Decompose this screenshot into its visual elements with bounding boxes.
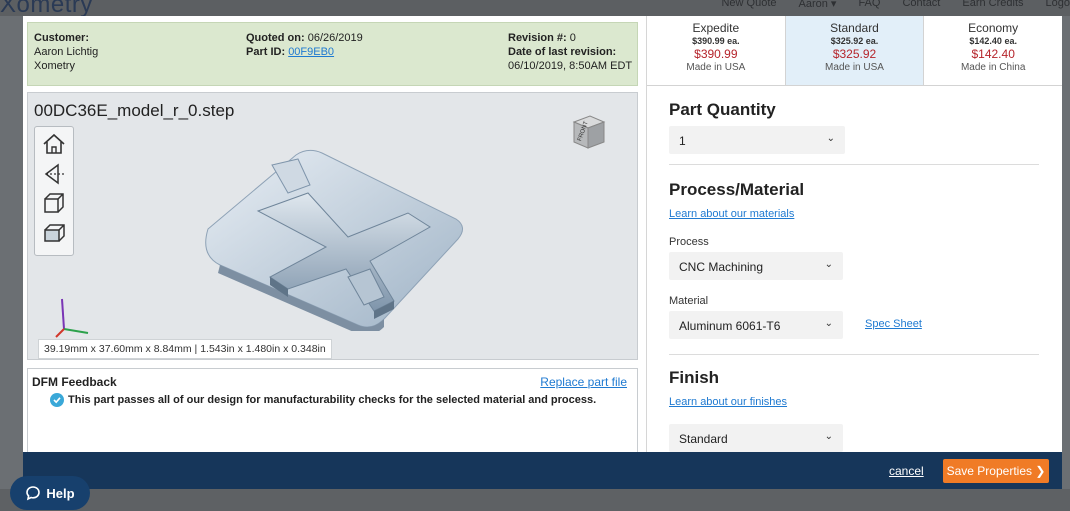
chevron-down-icon: ⌄	[824, 431, 833, 442]
tier-total-price: $142.40	[971, 47, 1015, 61]
nav-contact[interactable]: Contact	[902, 0, 940, 10]
spec-sheet-link[interactable]: Spec Sheet	[865, 318, 922, 330]
dfm-pass-message: This part passes all of our design for m…	[50, 393, 596, 407]
perspective-icon[interactable]	[41, 161, 67, 187]
quantity-value: 1	[679, 134, 686, 148]
lead-time-pricing: Expedite $390.99 ea. $390.99 Made in USA…	[647, 16, 1062, 86]
part-quantity-title: Part Quantity	[669, 100, 776, 119]
dfm-feedback-panel: DFM Feedback Replace part file This part…	[27, 368, 638, 460]
part-properties-modal: Customer: Aaron Lichtig Xometry Quoted o…	[23, 16, 1062, 460]
quantity-select[interactable]: 1 ⌄	[669, 126, 845, 154]
nav-new-quote[interactable]: New Quote	[721, 0, 776, 10]
process-label: Process	[669, 236, 709, 248]
last-revision-label: Date of last revision:	[508, 46, 617, 58]
material-value: Aluminum 6061-T6	[679, 319, 781, 333]
cancel-link[interactable]: cancel	[889, 464, 924, 478]
xometry-logo[interactable]: Xometry	[0, 0, 93, 16]
material-label: Material	[669, 295, 709, 307]
tier-name: Economy	[968, 21, 1019, 35]
customer-label: Customer:	[34, 32, 90, 44]
divider	[669, 164, 1039, 165]
process-material-title: Process/Material	[669, 180, 805, 199]
modal-footer: cancel Save Properties ❯	[23, 452, 1062, 489]
chevron-down-icon: ⌄	[826, 133, 835, 144]
quote-meta: Quoted on: 06/26/2019 Part ID: 00F9EB0	[246, 31, 363, 59]
quoted-label: Quoted on:	[246, 32, 305, 44]
help-label: Help	[46, 485, 75, 501]
shaded-cube-icon[interactable]	[41, 221, 67, 247]
view-cube-icon[interactable]: FRONT	[568, 110, 608, 152]
finish-select[interactable]: Standard ⌄	[669, 424, 843, 452]
last-revision-date: 06/10/2019, 8:50AM EDT	[508, 60, 633, 72]
finish-value: Standard	[679, 432, 728, 446]
tier-name: Expedite	[692, 21, 740, 35]
home-icon[interactable]	[41, 131, 67, 157]
background-header: Xometry New Quote Aaron ▾ FAQ Contact Ea…	[0, 0, 1070, 16]
tier-origin: Made in USA	[825, 62, 884, 73]
nav-logout[interactable]: Logo	[1046, 0, 1070, 10]
material-select[interactable]: Aluminum 6061-T6 ⌄	[669, 311, 843, 339]
dfm-title: DFM Feedback	[32, 375, 117, 389]
viewer-toolbar	[34, 126, 74, 256]
process-select[interactable]: CNC Machining ⌄	[669, 252, 843, 280]
properties-pane: Expedite $390.99 ea. $390.99 Made in USA…	[647, 16, 1062, 460]
3d-viewer[interactable]: 00DC36E_model_r_0.step FRONT 39.19mm x 3…	[27, 92, 638, 360]
revision-number: 0	[569, 32, 576, 44]
tier-origin: Made in USA	[686, 62, 746, 73]
customer-info: Customer: Aaron Lichtig Xometry	[34, 31, 98, 73]
learn-finishes-link[interactable]: Learn about our finishes	[669, 396, 787, 408]
finish-title: Finish	[669, 368, 720, 387]
help-button[interactable]: Help	[10, 476, 90, 510]
part-preview-pane: Customer: Aaron Lichtig Xometry Quoted o…	[23, 16, 647, 460]
quoted-date: 06/26/2019	[307, 32, 363, 44]
quote-info-panel: Customer: Aaron Lichtig Xometry Quoted o…	[27, 22, 638, 86]
part-model-render	[198, 141, 468, 335]
part-id-label: Part ID:	[246, 46, 286, 58]
chat-bubble-icon	[26, 486, 41, 501]
nav-faq[interactable]: FAQ	[858, 0, 880, 10]
replace-part-file-link[interactable]: Replace part file	[540, 375, 627, 389]
customer-name: Aaron Lichtig	[34, 46, 99, 58]
part-dimensions: 39.19mm x 37.60mm x 8.84mm | 1.543in x 1…	[38, 339, 332, 359]
part-id-link[interactable]: 00F9EB0	[288, 46, 334, 58]
nav-account[interactable]: Aaron ▾	[799, 0, 837, 10]
tier-name: Standard	[830, 21, 879, 35]
revision-label: Revision #:	[508, 32, 567, 44]
top-nav: New Quote Aaron ▾ FAQ Contact Earn Credi…	[721, 0, 1070, 10]
wireframe-cube-icon[interactable]	[41, 191, 67, 217]
customer-company: Xometry	[34, 60, 75, 72]
chevron-down-icon: ⌄	[824, 259, 833, 270]
tier-total-price: $325.92	[832, 47, 877, 61]
axis-triad-icon	[54, 293, 94, 339]
properties-form: Part Quantity 1 ⌄ Process/Material Learn…	[647, 86, 1062, 460]
model-filename: 00DC36E_model_r_0.step	[34, 101, 235, 120]
background-page	[0, 489, 1070, 511]
chevron-down-icon: ⌄	[824, 318, 833, 329]
nav-earn-credits[interactable]: Earn Credits	[962, 0, 1023, 10]
tier-total-price: $390.99	[694, 47, 738, 61]
tier-expedite[interactable]: Expedite $390.99 ea. $390.99 Made in USA	[647, 16, 786, 85]
check-circle-icon	[50, 393, 64, 407]
tier-economy[interactable]: Economy $142.40 ea. $142.40 Made in Chin…	[924, 16, 1062, 85]
learn-materials-link[interactable]: Learn about our materials	[669, 208, 794, 220]
dfm-message-text: This part passes all of our design for m…	[68, 394, 597, 406]
divider	[669, 354, 1039, 355]
tier-standard[interactable]: Standard $325.92 ea. $325.92 Made in USA	[785, 16, 925, 85]
process-value: CNC Machining	[679, 260, 764, 274]
tier-origin: Made in China	[960, 62, 1026, 73]
revision-info: Revision #: 0 Date of last revision: 06/…	[508, 31, 632, 73]
save-properties-button[interactable]: Save Properties ❯	[943, 459, 1049, 483]
